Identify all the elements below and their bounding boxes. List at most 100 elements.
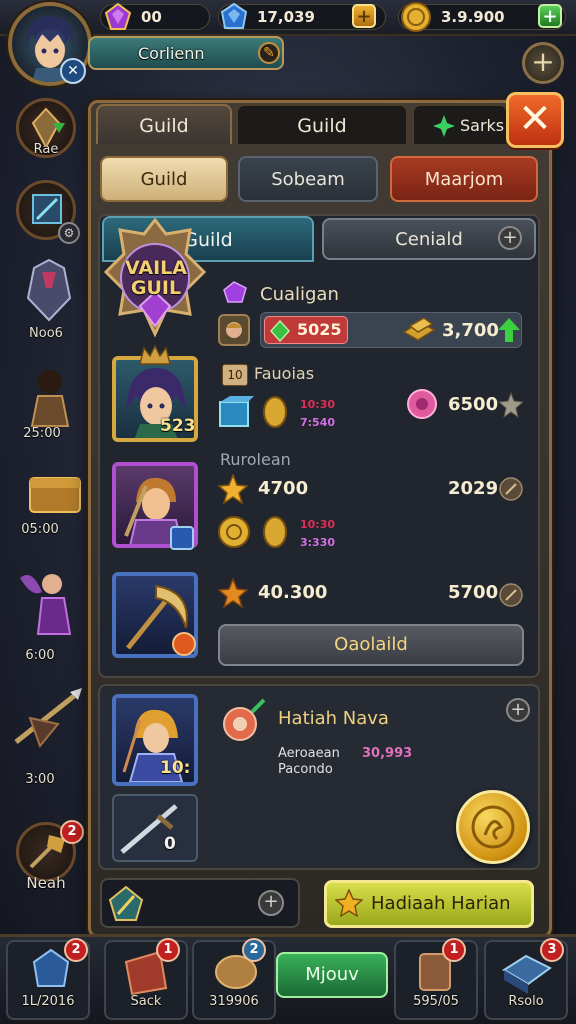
purple-gem-icon xyxy=(104,2,132,30)
spear-icon[interactable] xyxy=(10,684,86,760)
sidebar-label-rae: Rae xyxy=(33,142,59,157)
hero1-stat-a: 10:30 xyxy=(300,398,336,411)
blue-crate-icon xyxy=(219,396,254,427)
gem-value: 00 xyxy=(141,8,162,26)
oaolaild-button[interactable]: Oaolaild xyxy=(218,624,524,666)
add-gold-button[interactable]: + xyxy=(538,4,562,28)
tab-guild-1[interactable]: Guild xyxy=(96,104,232,144)
sidebar-label-300: 3:00 xyxy=(25,772,55,787)
nav-label-5: 595/05 xyxy=(413,994,459,1009)
nav-badge-5: 1 xyxy=(442,938,466,962)
coin-emblem-icon xyxy=(471,805,515,849)
warrior-unit-icon[interactable] xyxy=(14,362,84,432)
gold-bars-icon xyxy=(402,317,436,341)
rose-icon xyxy=(407,389,437,419)
sword-item-icon xyxy=(120,804,178,854)
silver-star-icon xyxy=(498,392,524,418)
section-title: Rurolean xyxy=(220,450,291,469)
sidebar-label-noo6: Noo6 xyxy=(29,326,63,341)
fairy-icon[interactable] xyxy=(12,558,84,638)
gift-add-button[interactable]: + xyxy=(258,890,284,916)
sidebar-label-neah: Neah xyxy=(26,874,66,892)
hero2-star-amount: 4700 xyxy=(258,478,309,499)
claim-daily-button[interactable]: Hadiaah Harian xyxy=(324,880,534,928)
knight-unit-icon[interactable] xyxy=(14,258,84,328)
reward-sword-card[interactable] xyxy=(112,794,198,862)
gold-nugget-icon xyxy=(263,396,287,428)
reward-line2-label: Pacondo xyxy=(278,762,333,777)
sidebar-label-0500: 05:00 xyxy=(21,522,59,537)
gold-collect-button[interactable] xyxy=(456,790,530,864)
hero3-right-amount: 5700 xyxy=(448,582,499,603)
gold-coin-icon xyxy=(401,2,431,32)
menu-button[interactable]: Mjouv xyxy=(276,952,388,998)
guild-name: Cualigan xyxy=(260,284,339,305)
nav-label-3: 319906 xyxy=(209,994,259,1009)
green-gem-icon xyxy=(269,319,291,343)
gold-amount: 3,700 xyxy=(442,320,499,341)
reward-line1-label: Aeroaean xyxy=(278,746,340,761)
gold-value: 3.9.900 xyxy=(441,8,505,26)
gem-amount: 5025 xyxy=(297,320,342,339)
nav-badge-3: 2 xyxy=(242,938,266,962)
hero1-rank-icon: 10 xyxy=(222,364,248,386)
hero2-stat-a: 10:30 xyxy=(300,518,336,531)
orange-star-icon xyxy=(218,578,248,608)
inner-tab-ceniald[interactable]: Ceniald + xyxy=(322,218,536,260)
close-button[interactable]: ✕ xyxy=(506,92,564,148)
hero2-right-amount: 2029 xyxy=(448,478,499,499)
gold-nugget-icon-2 xyxy=(263,516,287,548)
member-mini-avatar[interactable] xyxy=(218,314,250,346)
hero3-element-icon xyxy=(172,632,196,656)
gold-star-icon xyxy=(218,474,248,504)
gold-coins-icon xyxy=(218,516,250,548)
gem-amount-chip: 5025 xyxy=(264,316,348,344)
hero2-element-icon xyxy=(170,526,194,550)
hero3-star-amount: 40.300 xyxy=(258,582,328,603)
add-sapphire-button[interactable]: + xyxy=(352,4,376,28)
blue-gem-icon xyxy=(220,2,248,29)
hero1-title: Fauoias xyxy=(254,364,315,383)
green-arrow-icon xyxy=(498,318,520,342)
nav-badge-1: 2 xyxy=(64,938,88,962)
nav-label-6: Rsolo xyxy=(508,994,544,1009)
reward-hero-level: 10: xyxy=(160,758,191,778)
chest-icon[interactable] xyxy=(26,462,86,522)
star-green-icon xyxy=(433,115,455,137)
reward-line1-value: 30,993 xyxy=(362,746,413,761)
reward-item-title: Hatiah Nava xyxy=(278,708,389,729)
hero1-stat-b: 7:540 xyxy=(300,416,336,429)
info-badge-icon: ⚙ xyxy=(58,222,80,244)
ceniald-plus-icon[interactable]: + xyxy=(498,226,522,250)
subtab-maarjom[interactable]: Maarjom xyxy=(390,156,538,202)
hero-crown-icon xyxy=(139,344,171,365)
avatar-settings-icon[interactable]: ✕ xyxy=(60,58,86,84)
member-face-icon xyxy=(226,322,242,338)
tab-guild-2[interactable]: Guild xyxy=(236,104,408,144)
hero1-level: 523 xyxy=(160,416,196,436)
player-name: Corlienn xyxy=(138,44,205,63)
potion-icon xyxy=(223,698,266,741)
sapphire-value: 17,039 xyxy=(257,8,315,26)
bronze-star-icon xyxy=(499,477,523,501)
notification-badge: 2 xyxy=(60,820,84,844)
add-friend-button[interactable]: + xyxy=(522,42,564,84)
purple-crystal-icon xyxy=(223,281,247,303)
inner-tab-ceniald-label: Ceniald xyxy=(395,229,463,250)
subtab-sobeam[interactable]: Sobeam xyxy=(238,156,378,202)
nav-label-2: Sack xyxy=(130,994,162,1009)
tab-sarks[interactable]: Sarks xyxy=(412,104,508,144)
hero1-rose-amount: 6500 xyxy=(448,394,499,415)
nav-badge-6: 3 xyxy=(540,938,564,962)
nav-label-1: 1L/2016 xyxy=(21,994,75,1009)
player-name-plate[interactable]: Corlienn ✎ xyxy=(88,36,284,70)
nav-badge-2: 1 xyxy=(156,938,180,962)
edit-name-icon[interactable]: ✎ xyxy=(258,42,280,64)
sword-level: 0 xyxy=(164,834,176,854)
subtab-guild[interactable]: Guild xyxy=(100,156,228,202)
guild-emblem-text: VAILA GUIL xyxy=(124,257,187,299)
gift-slot[interactable]: + xyxy=(100,878,300,928)
bronze-star-icon-2 xyxy=(499,583,523,607)
reward-info-button[interactable]: + xyxy=(506,698,530,722)
claim-daily-label: Hadiaah Harian xyxy=(371,893,511,914)
